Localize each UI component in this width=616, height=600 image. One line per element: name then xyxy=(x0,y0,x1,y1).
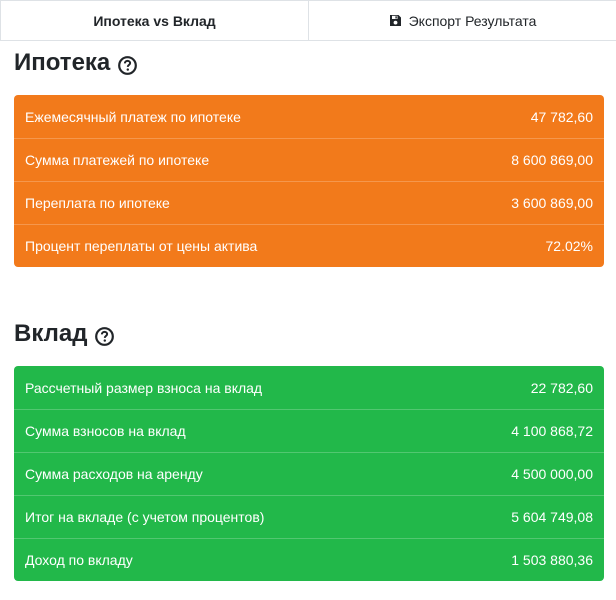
export-result-label: Экспорт Результата xyxy=(408,12,537,29)
row-value: 4 500 000,00 xyxy=(511,466,593,482)
row-label: Итог на вкладе (с учетом процентов) xyxy=(25,509,265,525)
deposit-results-card: Рассчетный размер взноса на вклад 22 782… xyxy=(14,366,604,581)
mortgage-row-overpayment-percent: Процент переплаты от цены актива 72.02% xyxy=(14,224,604,267)
deposit-row-total-with-interest: Итог на вкладе (с учетом процентов) 5 60… xyxy=(14,495,604,538)
deposit-row-rent-expenses: Сумма расходов на аренду 4 500 000,00 xyxy=(14,452,604,495)
deposit-row-total-contributions: Сумма взносов на вклад 4 100 868,72 xyxy=(14,409,604,452)
deposit-row-contribution: Рассчетный размер взноса на вклад 22 782… xyxy=(14,366,604,409)
row-value: 3 600 869,00 xyxy=(511,195,593,211)
row-value: 22 782,60 xyxy=(530,379,593,396)
deposit-section-title: Вклад xyxy=(14,320,115,348)
tab-mortgage-vs-deposit-label: Ипотека vs Вклад xyxy=(93,12,216,29)
question-circle-icon[interactable] xyxy=(95,325,115,346)
row-value: 8 600 869,00 xyxy=(511,152,593,168)
row-label: Ежемесячный платеж по ипотеке xyxy=(25,108,241,125)
mortgage-row-overpayment: Переплата по ипотеке 3 600 869,00 xyxy=(14,181,604,224)
row-label: Рассчетный размер взноса на вклад xyxy=(25,379,263,396)
mortgage-section-title: Ипотека xyxy=(14,49,138,77)
deposit-title-text: Вклад xyxy=(14,320,88,347)
tab-bar: Ипотека vs Вклад Экспорт Результата xyxy=(0,0,616,41)
mortgage-results-card: Ежемесячный платеж по ипотеке 47 782,60 … xyxy=(14,95,604,267)
export-result-button[interactable]: Экспорт Результата xyxy=(309,0,616,40)
row-label: Сумма расходов на аренду xyxy=(25,466,203,482)
row-value: 47 782,60 xyxy=(530,108,593,125)
row-value: 72.02% xyxy=(545,238,593,254)
row-value: 1 503 880,36 xyxy=(511,552,593,568)
row-value: 5 604 749,08 xyxy=(511,509,593,525)
mortgage-title-text: Ипотека xyxy=(14,49,111,76)
row-label: Переплата по ипотеке xyxy=(25,195,170,211)
question-circle-icon[interactable] xyxy=(118,54,138,75)
row-value: 4 100 868,72 xyxy=(511,423,593,439)
row-label: Процент переплаты от цены актива xyxy=(25,238,258,254)
mortgage-row-monthly-payment: Ежемесячный платеж по ипотеке 47 782,60 xyxy=(14,95,604,138)
row-label: Доход по вкладу xyxy=(25,552,133,568)
deposit-row-income: Доход по вкладу 1 503 880,36 xyxy=(14,538,604,581)
save-icon xyxy=(389,14,402,27)
tab-mortgage-vs-deposit[interactable]: Ипотека vs Вклад xyxy=(0,0,309,40)
row-label: Сумма платежей по ипотеке xyxy=(25,152,210,168)
mortgage-row-total-payments: Сумма платежей по ипотеке 8 600 869,00 xyxy=(14,138,604,181)
row-label: Сумма взносов на вклад xyxy=(25,423,186,439)
